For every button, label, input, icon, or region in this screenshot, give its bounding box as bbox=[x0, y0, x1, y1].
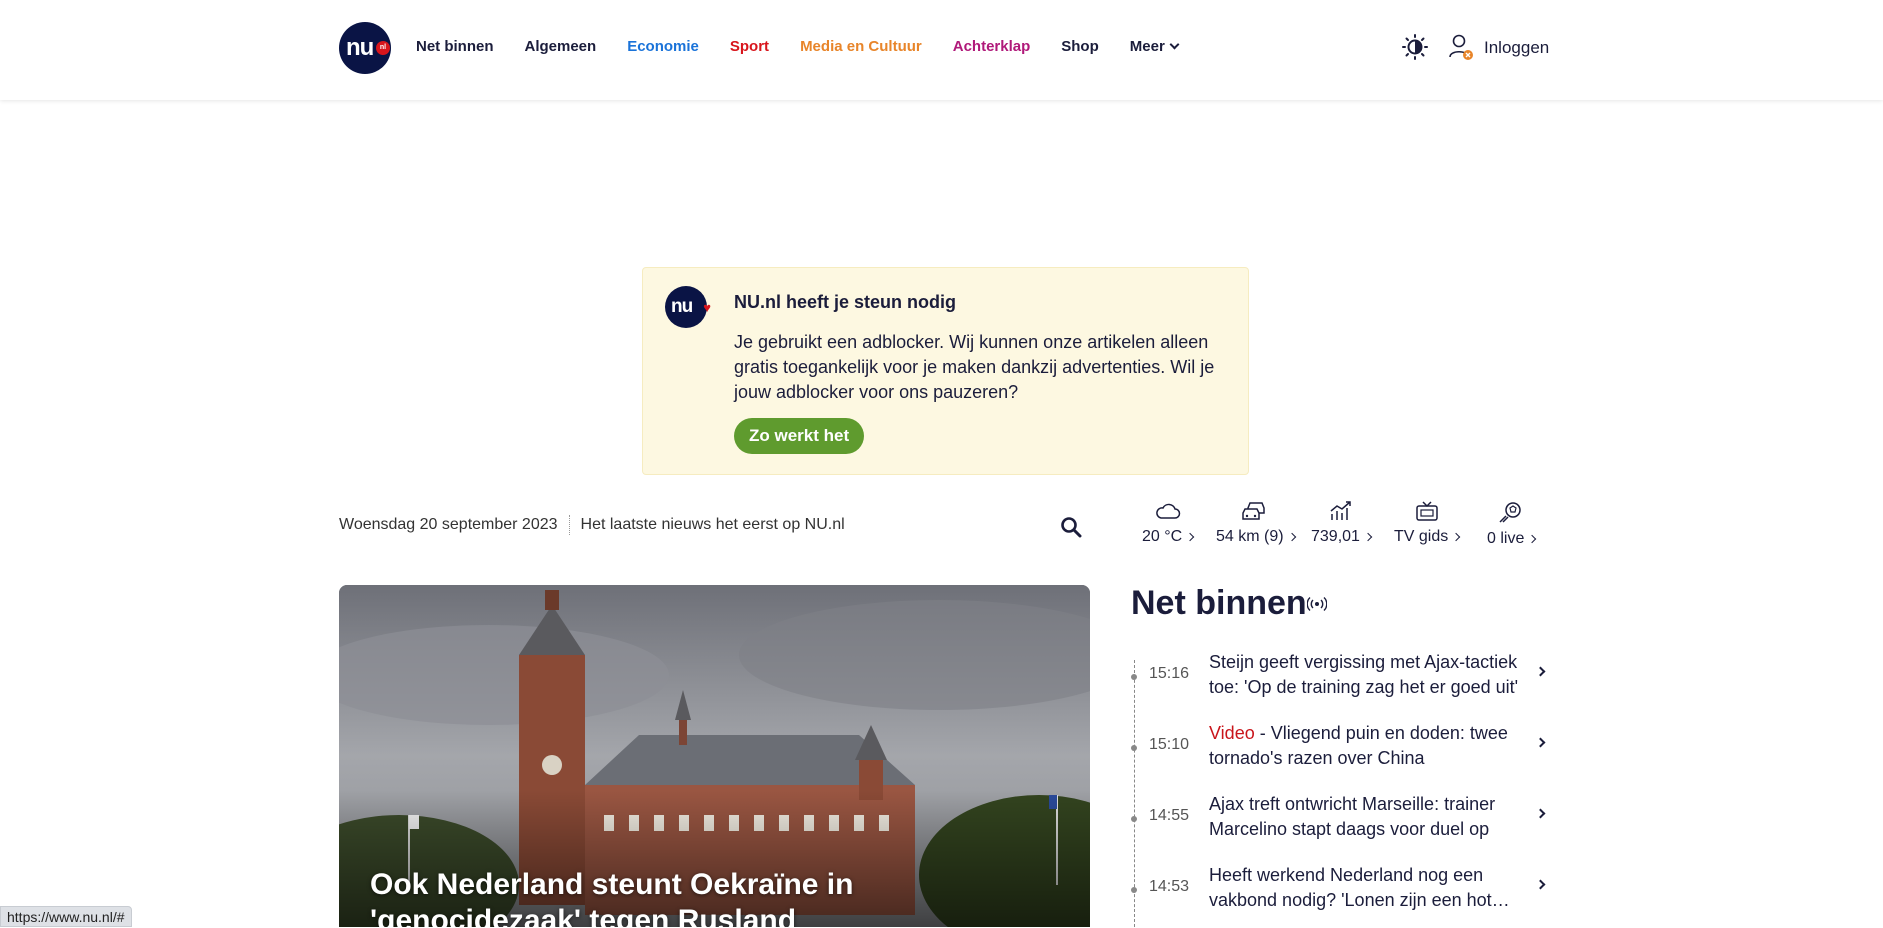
item-time: 15:10 bbox=[1149, 736, 1190, 753]
traffic-icon bbox=[1242, 502, 1266, 520]
traffic-widget[interactable]: 54 km (9) bbox=[1216, 500, 1296, 546]
date-row: Woensdag 20 september 2023 Het laatste n… bbox=[339, 515, 845, 535]
chevron-down-icon bbox=[1169, 39, 1180, 50]
net-binnen-heading: Net binnen bbox=[1131, 584, 1307, 622]
nav-algemeen[interactable]: Algemeen bbox=[525, 38, 597, 55]
notice-title: NU.nl heeft je steun nodig bbox=[734, 292, 957, 312]
logo-text: nu bbox=[346, 34, 374, 61]
stock-widget[interactable]: 739,01 bbox=[1311, 500, 1373, 546]
nav-economie[interactable]: Economie bbox=[627, 38, 699, 55]
cloud-icon bbox=[1155, 503, 1180, 519]
tv-guide-widget[interactable]: TV gids bbox=[1394, 500, 1461, 546]
timeline-dot bbox=[1131, 674, 1137, 680]
current-date: Woensdag 20 september 2023 bbox=[339, 516, 558, 533]
nav-sport[interactable]: Sport bbox=[730, 38, 769, 55]
weather-value: 20 °C bbox=[1142, 528, 1183, 545]
hero-article[interactable]: Ook Nederland steunt Oekraïne in 'genoci… bbox=[339, 585, 1090, 927]
item-headline[interactable]: Heeft werkend Nederland nog een vakbond … bbox=[1209, 863, 1539, 913]
tagline: Het laatste nieuws het eerst op NU.nl bbox=[580, 516, 845, 533]
notice-text: Je gebruikt een adblocker. Wij kunnen on… bbox=[734, 332, 1215, 402]
item-time: 15:16 bbox=[1149, 665, 1190, 682]
nav-net-binnen[interactable]: Net binnen bbox=[416, 38, 494, 55]
live-broadcast-icon bbox=[1307, 596, 1327, 612]
tv-icon bbox=[1415, 501, 1438, 521]
chevron-right-icon bbox=[1185, 532, 1195, 542]
nav-shop[interactable]: Shop bbox=[1061, 38, 1099, 55]
traffic-value: 54 km (9) bbox=[1216, 528, 1284, 545]
tv-guide-label: TV gids bbox=[1394, 528, 1449, 545]
hero-title[interactable]: Ook Nederland steunt Oekraïne in 'genoci… bbox=[370, 867, 930, 927]
divider bbox=[568, 515, 570, 535]
notice-logo-text: nu bbox=[671, 296, 693, 317]
timeline-dot bbox=[1131, 816, 1137, 822]
live-count: 0 live bbox=[1487, 530, 1525, 547]
nav-meer[interactable]: Meer bbox=[1129, 38, 1180, 55]
how-it-works-button[interactable]: Zo werkt het bbox=[734, 418, 865, 454]
weather-widget[interactable]: 20 °C bbox=[1142, 500, 1195, 546]
chevron-right-icon bbox=[1287, 532, 1296, 542]
item-headline[interactable]: Steijn geeft vergissing met Ajax-tactiek… bbox=[1209, 650, 1539, 700]
status-url: https://www.nu.nl/# bbox=[0, 906, 132, 927]
stock-value: 739,01 bbox=[1311, 528, 1360, 545]
logo-badge: nl bbox=[376, 41, 390, 55]
video-separator: - bbox=[1254, 723, 1271, 743]
item-headline-wrapper[interactable]: Video - Vliegend puin en doden: twee tor… bbox=[1209, 721, 1539, 771]
site-header: nu nl Net binnen Algemeen Economie Sport… bbox=[0, 0, 1883, 100]
item-time: 14:53 bbox=[1149, 878, 1190, 895]
chevron-right-icon bbox=[1452, 532, 1461, 542]
timeline-dot bbox=[1131, 887, 1137, 893]
item-headline[interactable]: Ajax treft ontwricht Marseille: trainer … bbox=[1209, 792, 1539, 842]
adblock-notice: nu ♥ NU.nl heeft je steun nodig Je gebru… bbox=[642, 267, 1249, 475]
main-nav: Net binnen Algemeen Economie Sport Media… bbox=[416, 38, 1209, 55]
theme-toggle-icon[interactable] bbox=[1402, 34, 1428, 60]
heart-icon: ♥ bbox=[703, 300, 711, 315]
user-icon[interactable] bbox=[1448, 33, 1474, 61]
chevron-right-icon bbox=[1363, 532, 1373, 542]
stock-chart-icon bbox=[1330, 501, 1351, 520]
live-scores-widget[interactable]: 0 live bbox=[1487, 500, 1537, 548]
nu-logo[interactable]: nu nl bbox=[339, 22, 391, 74]
login-link[interactable]: Inloggen bbox=[1484, 38, 1549, 58]
nav-media-en-cultuur[interactable]: Media en Cultuur bbox=[800, 38, 922, 55]
nu-logo-small: nu ♥ bbox=[665, 286, 711, 328]
timeline-dot bbox=[1131, 745, 1137, 751]
nav-meer-label: Meer bbox=[1129, 38, 1165, 55]
item-time: 14:55 bbox=[1149, 807, 1190, 824]
nav-achterklap[interactable]: Achterklap bbox=[953, 38, 1031, 55]
football-live-icon bbox=[1499, 502, 1521, 523]
chevron-right-icon bbox=[1528, 534, 1537, 544]
video-label: Video bbox=[1209, 723, 1255, 743]
search-icon[interactable] bbox=[1060, 516, 1082, 538]
